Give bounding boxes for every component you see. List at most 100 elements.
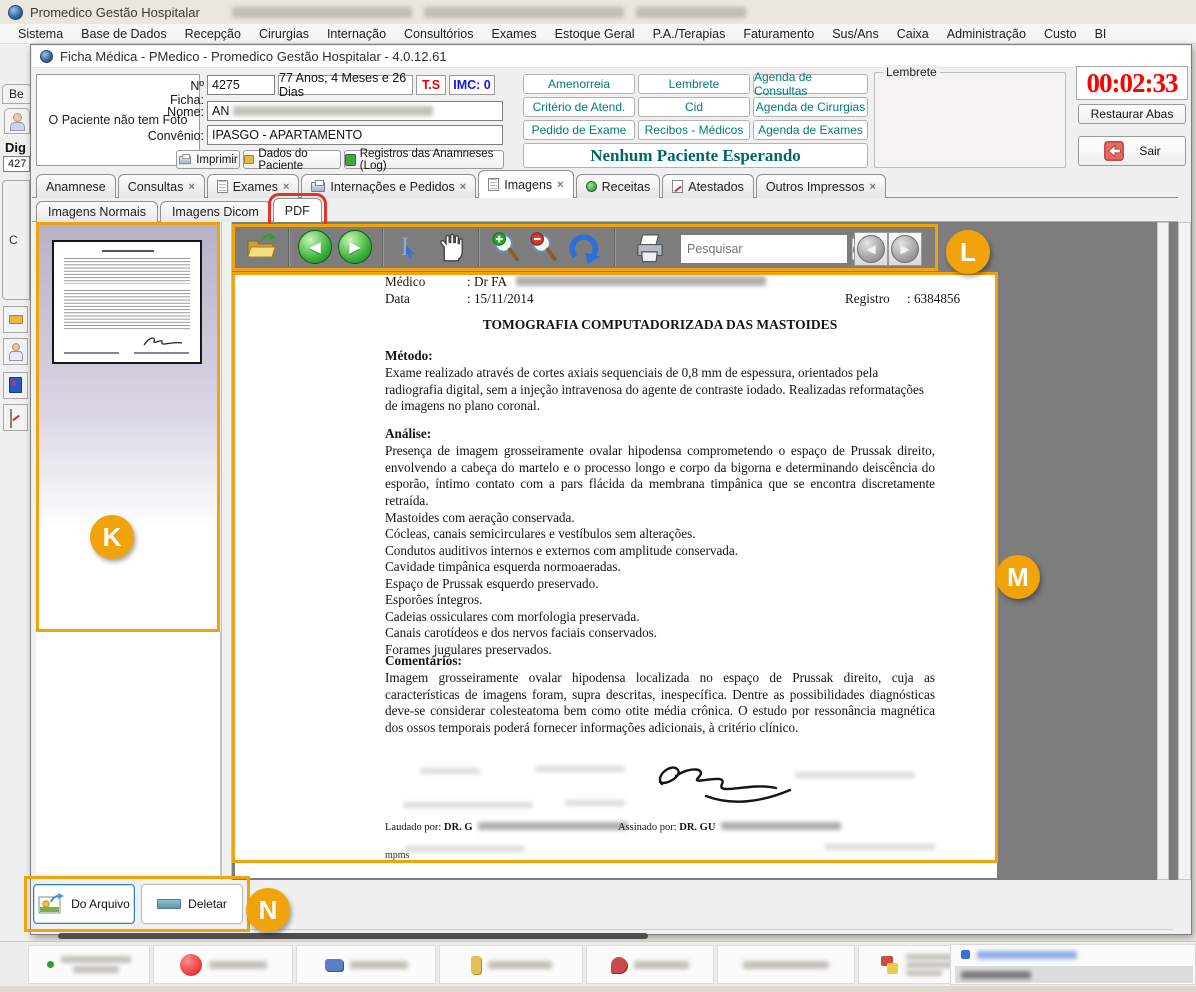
toolbar-button-redacted[interactable]	[296, 945, 436, 984]
menu-sus-ans[interactable]: Sus/Ans	[824, 26, 887, 42]
sidebar-book-button[interactable]	[3, 372, 28, 399]
redacted-unit-link[interactable]	[977, 951, 1077, 959]
main-window-title: Promedico Gestão Hospitalar	[30, 5, 200, 20]
criterio-atend-button[interactable]: Critério de Atend.	[523, 97, 635, 117]
menu-administracao[interactable]: Administração	[939, 26, 1034, 42]
search-input[interactable]	[681, 242, 848, 256]
recibos-medicos-button[interactable]: Recibos - Médicos	[638, 120, 750, 140]
registros-anamneses-button[interactable]: Registros das Anamneses (Log)	[344, 150, 504, 169]
lembrete-button[interactable]: Lembrete	[638, 74, 750, 94]
do-arquivo-button[interactable]: Do Arquivo	[33, 884, 135, 924]
tab-exames[interactable]: Exames×	[207, 174, 300, 198]
horizontal-scrollbar-thumb[interactable]	[58, 933, 648, 939]
annotation-circle-k: K	[90, 515, 134, 559]
menu-exames[interactable]: Exames	[484, 26, 545, 42]
amenorreia-button[interactable]: Amenorreia	[523, 74, 635, 94]
window-scrollbar[interactable]	[1178, 222, 1191, 880]
tab-internacoes-pedidos[interactable]: Internações e Pedidos ×	[301, 174, 476, 198]
menu-custo[interactable]: Custo	[1036, 26, 1085, 42]
sair-button[interactable]: Sair	[1078, 136, 1186, 166]
rotate-button[interactable]	[564, 228, 606, 268]
find-previous-button[interactable]: ◀	[854, 232, 888, 266]
page-thumbnail[interactable]	[52, 240, 202, 364]
menu-cirurgias[interactable]: Cirurgias	[251, 26, 317, 42]
agenda-cirurgias-button[interactable]: Agenda de Cirurgias	[753, 97, 868, 117]
select-text-tool[interactable]: I	[392, 228, 426, 266]
thumb-footer-line	[134, 352, 189, 354]
menu-pa-terapias[interactable]: P.A./Terapias	[645, 26, 734, 42]
open-file-button[interactable]	[242, 228, 280, 266]
close-tab-icon[interactable]: ×	[460, 181, 466, 193]
dados-label: Dados do Paciente	[258, 148, 340, 172]
redaction-residue	[403, 802, 533, 808]
subtab-imagens-normais[interactable]: Imagens Normais	[36, 201, 158, 222]
doc-medico-row: Médico: Dr FA	[385, 274, 766, 290]
image-from-file-icon	[38, 893, 64, 915]
tab-anamnese[interactable]: Anamnese	[36, 174, 116, 198]
next-page-button[interactable]: ▶	[338, 230, 372, 264]
sidebar-folder-button[interactable]	[3, 306, 28, 333]
menu-base-de-dados[interactable]: Base de Dados	[73, 26, 174, 42]
tab-outros-impressos[interactable]: Outros Impressos×	[756, 174, 886, 198]
close-tab-icon[interactable]: ×	[557, 179, 563, 191]
convenio-label: Convênio:	[142, 129, 204, 143]
menu-internacao[interactable]: Internação	[319, 26, 394, 42]
patient-tab-icon[interactable]	[4, 108, 30, 134]
toolbar-button-redacted[interactable]	[439, 945, 583, 984]
nome-input[interactable]: AN	[207, 101, 503, 121]
ficha-input[interactable]: 4275	[207, 75, 275, 95]
ficha-label: Nº Ficha:	[156, 79, 204, 107]
menu-caixa[interactable]: Caixa	[889, 26, 937, 42]
find-next-button[interactable]: ▶	[888, 232, 922, 266]
restaurar-abas-button[interactable]: Restaurar Abas	[1078, 104, 1186, 124]
subtab-imagens-dicom[interactable]: Imagens Dicom	[160, 201, 271, 222]
pedido-exame-button[interactable]: Pedido de Exame	[523, 120, 635, 140]
previous-page-button[interactable]: ◀	[298, 230, 332, 264]
close-tab-icon[interactable]: ×	[869, 181, 875, 193]
sidebar-doctor-button[interactable]	[3, 338, 28, 365]
ts-badge[interactable]: T.S	[416, 75, 446, 95]
hand-pan-tool[interactable]	[430, 226, 470, 268]
note-icon	[672, 180, 683, 193]
unit-icon	[961, 950, 970, 959]
zoom-in-button[interactable]	[488, 228, 524, 266]
background-dig-value[interactable]: 427	[3, 156, 30, 172]
sidebar-notepad-button[interactable]	[3, 404, 28, 431]
menu-recepcao[interactable]: Recepção	[177, 26, 249, 42]
tab-atestados[interactable]: Atestados	[662, 174, 754, 198]
dados-do-paciente-button[interactable]: Dados do Paciente	[243, 150, 341, 169]
viewer-scrollbar[interactable]	[1157, 222, 1169, 880]
menu-sistema[interactable]: Sistema	[10, 26, 71, 42]
tab-imagens[interactable]: Imagens×	[478, 170, 573, 198]
toolbar-button-redacted[interactable]	[28, 945, 150, 984]
toolbar-button-redacted[interactable]	[153, 945, 293, 984]
subtab-pdf[interactable]: PDF	[273, 198, 322, 222]
menu-estoque-geral[interactable]: Estoque Geral	[547, 26, 643, 42]
menu-consultorios[interactable]: Consultórios	[396, 26, 481, 42]
menu-faturamento[interactable]: Faturamento	[735, 26, 822, 42]
agenda-exames-button[interactable]: Agenda de Exames	[753, 120, 868, 140]
print-button[interactable]	[628, 226, 672, 268]
panel-splitter[interactable]	[221, 222, 232, 880]
annotation-circle-l: L	[946, 230, 990, 274]
tab-receitas[interactable]: Receitas	[576, 174, 661, 198]
menu-bi[interactable]: BI	[1087, 26, 1115, 42]
tab-consultas[interactable]: Consultas×	[118, 174, 205, 198]
search-box[interactable]	[680, 234, 848, 264]
imc-badge[interactable]: IMC: 0	[449, 75, 495, 95]
deletar-button[interactable]: Deletar	[141, 884, 243, 924]
convenio-input[interactable]: IPASGO - APARTAMENTO	[207, 125, 503, 145]
imprimir-button[interactable]: Imprimir	[176, 150, 240, 169]
background-tab[interactable]: Be	[2, 84, 32, 104]
agenda-consultas-button[interactable]: Agenda de Consultas	[753, 74, 868, 94]
cid-button[interactable]: Cid	[638, 97, 750, 117]
zoom-out-button[interactable]	[526, 228, 562, 266]
toolbar-button-redacted[interactable]	[717, 945, 855, 984]
waiting-banner: Nenhum Paciente Esperando	[523, 143, 868, 168]
forward-arrow-icon: ▶	[338, 230, 372, 264]
person-body-icon	[10, 122, 25, 131]
close-tab-icon[interactable]: ×	[188, 181, 194, 193]
close-tab-icon[interactable]: ×	[283, 181, 289, 193]
label: Internações e Pedidos	[330, 180, 454, 194]
toolbar-button-redacted[interactable]	[586, 945, 714, 984]
